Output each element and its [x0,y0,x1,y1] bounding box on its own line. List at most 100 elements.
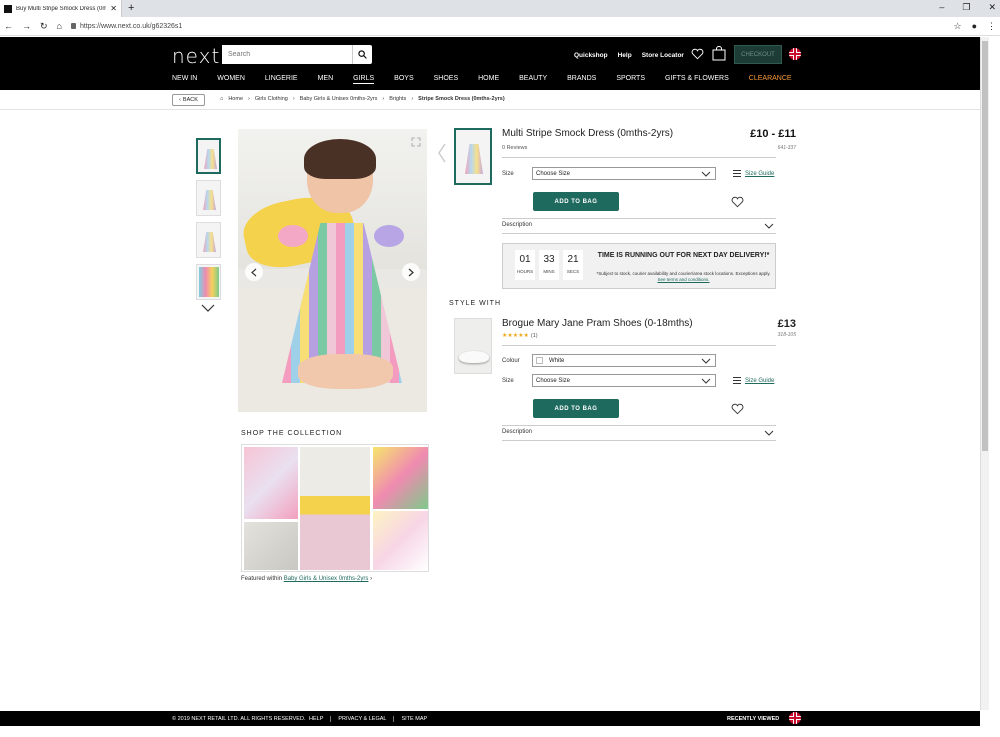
shop-collection-title: SHOP THE COLLECTION [241,430,343,437]
terms-link[interactable]: See terms and conditions. [657,277,709,282]
chevron-down-icon [701,378,711,384]
nav-shoes[interactable]: SHOES [434,75,459,84]
breadcrumb: ⌂ Home › Girls Clothing › Baby Girls & U… [220,96,505,102]
recently-viewed-button[interactable]: RECENTLY VIEWED [727,716,779,722]
size-select-2[interactable]: Choose Size [532,374,716,387]
description-toggle-2[interactable]: Description [502,429,776,441]
nav-women[interactable]: WOMEN [217,75,245,84]
checkout-button[interactable]: CHECKOUT [734,45,782,64]
nav-beauty[interactable]: BEAUTY [519,75,547,84]
nav-boys[interactable]: BOYS [394,75,413,84]
browser-tab[interactable]: Buy Multi Stripe Smock Dress (0m ✕ [0,0,122,17]
style-with-sku: 318-105 [777,332,796,338]
breadcrumb-bar: ‹ BACK ⌂ Home › Girls Clothing › Baby Gi… [0,90,980,110]
header-links: Quickshop Help Store Locator [574,52,684,59]
address-bar[interactable]: https://www.next.co.uk/g62326s1 [70,22,945,30]
uk-flag-icon[interactable] [789,712,801,724]
profile-icon[interactable]: ● [972,21,977,32]
description-toggle[interactable]: Description [502,222,776,234]
nav-home[interactable]: HOME [478,75,499,84]
bookmark-star-icon[interactable]: ☆ [953,21,961,32]
size-select[interactable]: Choose Size [532,167,716,180]
breadcrumb-home[interactable]: Home [228,96,243,102]
countdown-hours: 01 HOURS [515,250,535,280]
site-header: next Quickshop Help Store Locator CHECKO… [0,37,980,90]
save-heart-icon[interactable] [731,196,744,208]
restore-icon[interactable]: ❐ [962,2,970,13]
nav-men[interactable]: MEN [318,75,334,84]
footer-sitemap-link[interactable]: SITE MAP [393,716,434,722]
nav-new-in[interactable]: NEW IN [172,75,197,84]
collection-item-shoes[interactable] [244,522,298,570]
nav-lingerie[interactable]: LINGERIE [265,75,298,84]
shopping-bag-icon[interactable] [712,46,726,61]
nav-girls[interactable]: GIRLS [353,75,375,84]
help-link[interactable]: Help [618,52,632,59]
size-guide-icon [733,170,741,177]
store-locator-link[interactable]: Store Locator [642,52,684,59]
breadcrumb-brights[interactable]: Brights [389,96,406,102]
quickshop-link[interactable]: Quickshop [574,52,608,59]
style-with-product-title[interactable]: Brogue Mary Jane Pram Shoes (0-18mths) [502,318,693,329]
next-logo[interactable]: next [172,44,220,68]
product-main-image[interactable] [238,129,427,412]
image-next-button[interactable] [402,263,420,281]
image-prev-button[interactable] [245,263,263,281]
nav-clearance[interactable]: CLEARANCE [749,75,792,84]
countdown-mins: 33 MINS [539,250,559,280]
collection-item-cardigans[interactable] [373,447,428,509]
thumbnail-4[interactable] [196,264,221,300]
scrollbar-thumb[interactable] [982,41,988,451]
size-guide-link[interactable]: Size Guide [733,170,774,177]
favourites-heart-icon[interactable] [691,48,704,60]
collection-item-sleepsuits[interactable] [373,511,428,570]
browser-urlbar: ← → ↻ ⌂ https://www.next.co.uk/g62326s1 … [0,17,1000,36]
reload-icon[interactable]: ↻ [40,21,48,32]
search-input[interactable] [222,45,352,64]
new-tab-icon[interactable]: + [128,2,134,14]
breadcrumb-girls-clothing[interactable]: Girls Clothing [255,96,288,102]
uk-flag-icon[interactable] [789,48,801,60]
back-button[interactable]: ‹ BACK [172,94,205,106]
search-button[interactable] [352,45,372,64]
browser-tabbar: Buy Multi Stripe Smock Dress (0m ✕ + – ❐… [0,0,1000,17]
rating-stars[interactable]: ★★★★★ (1) [502,332,538,339]
footer-help-link[interactable]: HELP [302,716,330,722]
add-to-bag-button[interactable]: ADD TO BAG [533,192,619,211]
back-arrow-icon[interactable]: ← [4,21,13,31]
size-label-2: Size [502,378,514,384]
url-text: https://www.next.co.uk/g62326s1 [79,22,183,30]
footer-privacy-link[interactable]: PRIVACY & LEGAL [330,716,393,722]
nav-gifts-flowers[interactable]: GIFTS & FLOWERS [665,75,729,84]
minimize-icon[interactable]: – [939,2,944,13]
collection-image-grid[interactable] [241,444,429,572]
home-icon[interactable]: ⌂ [57,21,62,31]
add-to-bag-button-2[interactable]: ADD TO BAG [533,399,619,418]
collection-item-dress[interactable] [300,447,370,570]
thumbnail-1[interactable] [196,138,221,174]
save-heart-icon[interactable] [731,403,744,415]
main-nav: NEW IN WOMEN LINGERIE MEN GIRLS BOYS SHO… [172,75,812,84]
menu-kebab-icon[interactable]: ⋮ [987,21,996,32]
featured-category-link[interactable]: Baby Girls & Unisex 0mths-2yrs [284,576,369,582]
forward-arrow-icon[interactable]: → [22,21,31,31]
tab-close-icon[interactable]: ✕ [110,4,117,13]
colour-select[interactable]: White [532,354,716,367]
collection-item-outfits[interactable] [244,447,298,519]
expand-icon[interactable] [411,137,421,147]
thumbnail-3[interactable] [196,222,221,258]
nav-brands[interactable]: BRANDS [567,75,596,84]
chevron-left-icon[interactable] [438,143,446,163]
product-reviews[interactable]: 0 Reviews [502,145,527,151]
product-thumbnail[interactable] [454,128,492,185]
page-scrollbar[interactable] [980,37,989,710]
back-label: BACK [182,97,198,103]
chevron-down-icon [701,358,711,364]
thumbnail-2[interactable] [196,180,221,216]
size-guide-link-2[interactable]: Size Guide [733,377,774,384]
chevron-down-icon[interactable] [201,304,215,312]
shoe-thumbnail[interactable] [454,318,492,374]
close-window-icon[interactable]: ✕ [988,2,996,13]
breadcrumb-baby-girls[interactable]: Baby Girls & Unisex 0mths-2yrs [300,96,378,102]
nav-sports[interactable]: SPORTS [616,75,645,84]
